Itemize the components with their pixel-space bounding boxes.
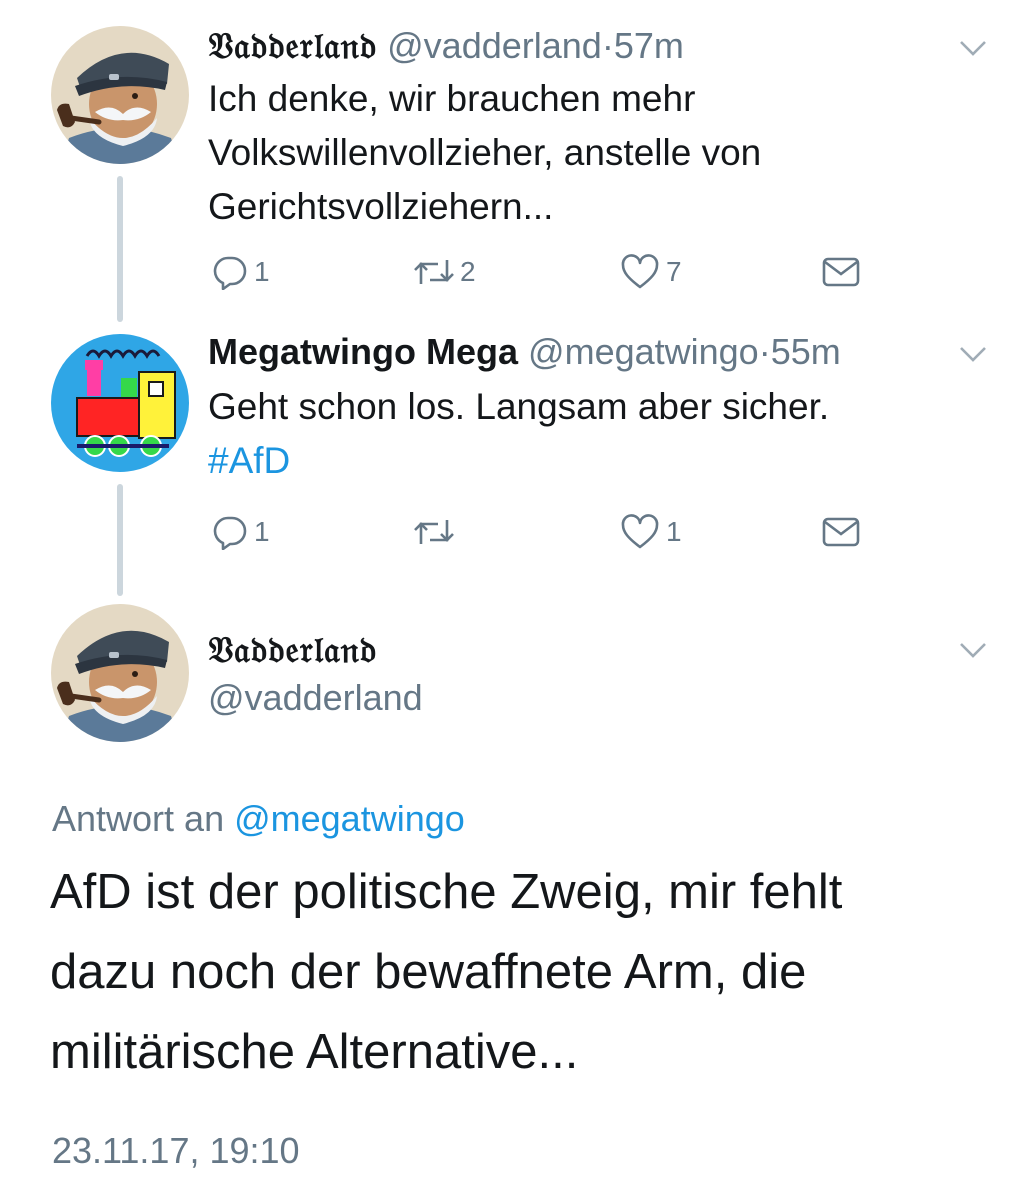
retweet-button[interactable]: 2	[412, 254, 476, 290]
user-handle[interactable]: @megatwingo	[528, 331, 759, 372]
relative-time[interactable]: 57m	[614, 25, 684, 66]
tweet-text-line: Gerichtsvollziehern...	[208, 186, 554, 227]
display-name[interactable]: 𝔙𝔞𝔡𝔡𝔢𝔯𝔩𝔞𝔫𝔡	[208, 628, 377, 672]
avatar-megatwingo[interactable]	[51, 334, 189, 472]
tweet-1-header: 𝔙𝔞𝔡𝔡𝔢𝔯𝔩𝔞𝔫𝔡 @vadderland·57m	[208, 24, 684, 68]
retweet-button[interactable]	[412, 514, 460, 550]
tweet-text-line: militärische Alternative...	[50, 1025, 579, 1079]
direct-message-button[interactable]	[822, 516, 860, 548]
user-handle[interactable]: @vadderland	[208, 676, 423, 720]
retweet-count: 2	[460, 256, 476, 287]
thread-connector	[117, 484, 123, 596]
display-name[interactable]: 𝔙𝔞𝔡𝔡𝔢𝔯𝔩𝔞𝔫𝔡	[208, 25, 377, 67]
tweet-text-line: dazu noch der bewaffnete Arm, die	[50, 945, 807, 999]
message-icon	[822, 257, 860, 287]
reply-count: 1	[254, 256, 270, 287]
message-icon	[822, 517, 860, 547]
tweet-text-line: Volkswillenvollzieher, anstelle von	[208, 132, 762, 173]
avatar-vadderland[interactable]	[51, 26, 189, 164]
like-icon	[621, 254, 659, 289]
reply-context: Antwort an @megatwingo	[52, 798, 465, 840]
reply-mention-link[interactable]: @megatwingo	[234, 798, 465, 839]
reply-button[interactable]: 1	[212, 254, 270, 290]
avatar-vadderland[interactable]	[51, 604, 189, 742]
separator-dot: ·	[601, 25, 614, 66]
tweet-2-header: Megatwingo Mega @megatwingo·55m	[208, 330, 841, 374]
like-icon	[621, 514, 659, 549]
tweet-text-line: AfD ist der politische Zweig, mir fehlt	[50, 865, 843, 919]
thread-connector	[117, 176, 123, 322]
separator-dot: ·	[758, 331, 771, 372]
chevron-down-icon[interactable]	[958, 344, 988, 364]
retweet-icon	[414, 520, 454, 544]
direct-message-button[interactable]	[822, 256, 860, 288]
user-handle[interactable]: @vadderland	[387, 25, 602, 66]
display-name-text: 𝔙𝔞𝔡𝔡𝔢𝔯𝔩𝔞𝔫𝔡	[208, 629, 378, 671]
like-button[interactable]: 7	[620, 254, 682, 290]
like-count: 1	[666, 516, 682, 547]
like-count: 7	[666, 256, 682, 287]
chevron-down-icon[interactable]	[958, 640, 988, 660]
reply-button[interactable]: 1	[212, 514, 270, 550]
tweet-text: Geht schon los. Langsam aber sicher. #Af…	[208, 380, 1008, 488]
retweet-icon	[414, 260, 454, 284]
tweet-text: AfD ist der politische Zweig, mir fehlt …	[50, 852, 1010, 1092]
tweet-text: Ich denke, wir brauchen mehr Volkswillen…	[208, 72, 1008, 234]
reply-icon	[213, 516, 247, 550]
hashtag-link[interactable]: #AfD	[208, 434, 1008, 488]
reply-icon	[213, 256, 247, 290]
display-name[interactable]: Megatwingo Mega	[208, 331, 518, 372]
chevron-down-icon[interactable]	[958, 38, 988, 58]
tweet-timestamp[interactable]: 23.11.17, 19:10	[52, 1130, 300, 1172]
reply-prefix: Antwort an	[52, 798, 225, 839]
like-button[interactable]: 1	[620, 514, 682, 550]
tweet-text-line: Ich denke, wir brauchen mehr	[208, 78, 696, 119]
reply-count: 1	[254, 516, 270, 547]
tweet-text-line: Geht schon los. Langsam aber sicher.	[208, 386, 830, 427]
relative-time[interactable]: 55m	[771, 331, 841, 372]
